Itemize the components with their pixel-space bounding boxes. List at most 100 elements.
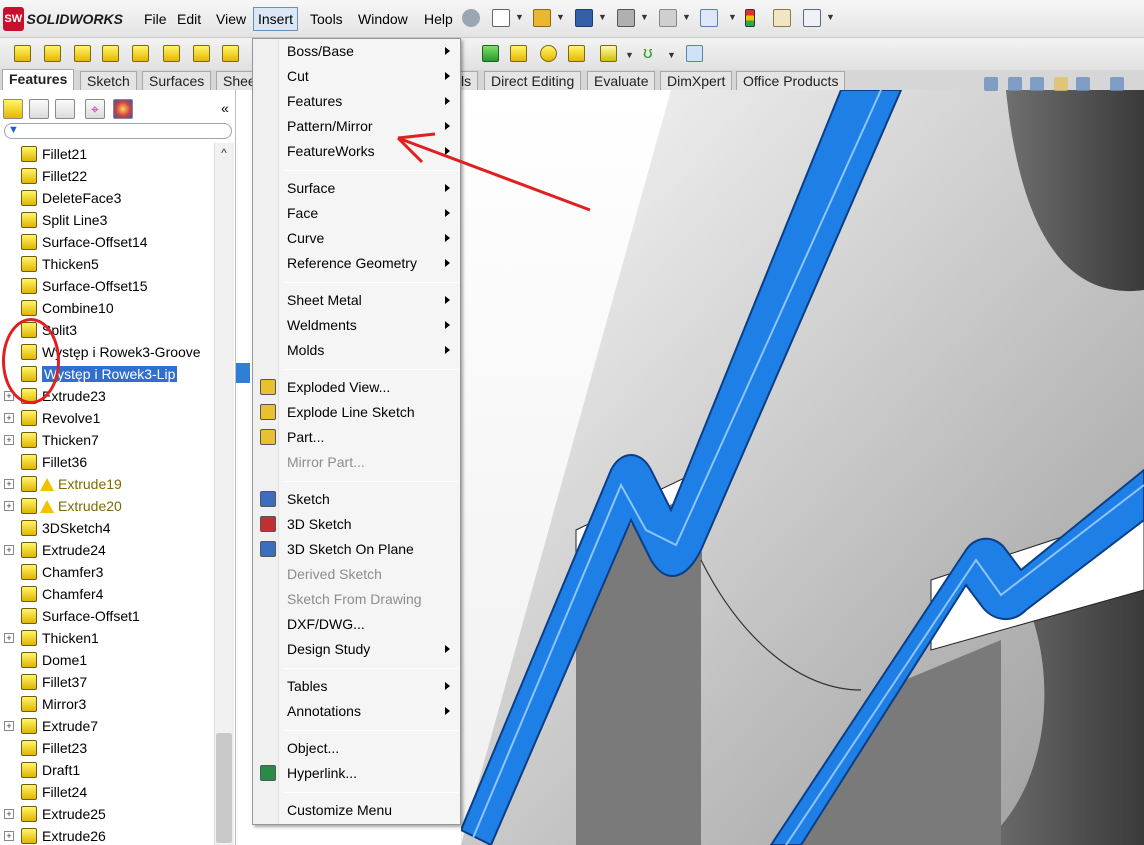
insert-menu-item[interactable]: Reference Geometry <box>253 251 460 276</box>
tree-item[interactable]: Draft1 <box>0 759 214 781</box>
tree-item[interactable]: DeleteFace3 <box>0 187 214 209</box>
tab-sketch[interactable]: Sketch <box>80 71 137 90</box>
options-dropdown-icon[interactable]: ▼ <box>826 12 835 22</box>
insert-menu-item[interactable]: Tables <box>253 674 460 699</box>
options-icon[interactable] <box>803 9 821 27</box>
menu-view[interactable]: View <box>212 9 250 29</box>
tree-item[interactable]: Fillet23 <box>0 737 214 759</box>
insert-menu-item[interactable]: Molds <box>253 338 460 363</box>
pin-icon[interactable] <box>462 9 480 27</box>
expand-toggle-icon[interactable]: + <box>4 633 14 643</box>
save-dropdown-icon[interactable]: ▼ <box>598 12 607 22</box>
menu-insert[interactable]: Insert <box>253 7 299 31</box>
tree-item[interactable]: + Extrude19 <box>0 473 214 495</box>
insert-menu-item[interactable]: Annotations <box>253 699 460 724</box>
insert-menu-item[interactable]: Sheet Metal <box>253 288 460 313</box>
insert-menu-item[interactable]: Hyperlink... <box>253 761 460 786</box>
save-icon[interactable] <box>575 9 593 27</box>
tree-item[interactable]: Combine10 <box>0 297 214 319</box>
solidworks-logo[interactable]: SW SOLIDWORKS <box>3 6 123 32</box>
tab-dimxpert[interactable]: DimXpert <box>660 71 733 90</box>
expand-toggle-icon[interactable]: + <box>4 831 14 841</box>
insert-menu-item[interactable]: Features <box>253 89 460 114</box>
tree-item[interactable]: Surface-Offset1 <box>0 605 214 627</box>
display-style-icon[interactable] <box>1110 77 1124 91</box>
insert-menu-item[interactable]: Explode Line Sketch <box>253 400 460 425</box>
menu-help[interactable]: Help <box>420 9 457 29</box>
wrap-icon[interactable] <box>510 45 527 62</box>
rebuild-traffic-light-icon[interactable] <box>745 9 755 27</box>
tree-item[interactable]: Split Line3 <box>0 209 214 231</box>
tree-item[interactable]: + Thicken1 <box>0 627 214 649</box>
swept-boss-icon[interactable] <box>74 45 91 62</box>
insert-menu-item[interactable]: Part... <box>253 425 460 450</box>
insert-menu-item[interactable]: Curve <box>253 226 460 251</box>
print-dropdown-icon[interactable]: ▼ <box>640 12 649 22</box>
previous-view-icon[interactable] <box>1030 77 1044 91</box>
view-orientation-icon[interactable] <box>1076 77 1090 91</box>
insert-menu-item[interactable]: DXF/DWG... <box>253 612 460 637</box>
expand-toggle-icon[interactable]: + <box>4 809 14 819</box>
extruded-boss-icon[interactable] <box>14 45 31 62</box>
tab-direct-editing[interactable]: Direct Editing <box>484 71 582 90</box>
insert-menu-item[interactable]: Sketch <box>253 487 460 512</box>
insert-menu-item[interactable]: Design Study <box>253 637 460 662</box>
tree-item[interactable]: Chamfer4 <box>0 583 214 605</box>
tree-item[interactable]: + Extrude24 <box>0 539 214 561</box>
tree-item[interactable]: Fillet24 <box>0 781 214 803</box>
expand-toggle-icon[interactable]: + <box>4 479 14 489</box>
menu-edit[interactable]: Edit <box>173 9 205 29</box>
tree-item[interactable]: Thicken5 <box>0 253 214 275</box>
tab-surfaces[interactable]: Surfaces <box>142 71 212 90</box>
insert-menu-item[interactable]: Object... <box>253 736 460 761</box>
reference-geometry-icon[interactable] <box>600 45 617 62</box>
print-icon[interactable] <box>617 9 635 27</box>
property-manager-tab-icon[interactable] <box>29 99 49 119</box>
zoom-to-fit-icon[interactable] <box>984 77 998 91</box>
tree-item[interactable]: 3DSketch4 <box>0 517 214 539</box>
dome-icon[interactable] <box>540 45 557 62</box>
menu-window[interactable]: Window <box>354 9 412 29</box>
file-properties-icon[interactable] <box>773 9 791 27</box>
new-document-icon[interactable] <box>492 9 510 27</box>
configuration-manager-tab-icon[interactable] <box>55 99 75 119</box>
tab-evaluate[interactable]: Evaluate <box>587 71 656 90</box>
tree-item[interactable]: Surface-Offset15 <box>0 275 214 297</box>
curves-dropdown-icon[interactable]: ▼ <box>667 50 676 60</box>
insert-menu-item[interactable]: Cut <box>253 64 460 89</box>
dimxpert-manager-tab-icon[interactable]: ⌖ <box>85 99 105 119</box>
revolved-boss-icon[interactable] <box>44 45 61 62</box>
shell-icon[interactable] <box>482 45 499 62</box>
expand-toggle-icon[interactable]: + <box>4 413 14 423</box>
tree-item[interactable]: Fillet21 <box>0 143 214 165</box>
lofted-boss-icon[interactable] <box>102 45 119 62</box>
scroll-up-arrow-icon[interactable]: ^ <box>214 143 234 163</box>
tree-item[interactable]: + Extrude25 <box>0 803 214 825</box>
undo-dropdown-icon[interactable]: ▼ <box>682 12 691 22</box>
tree-item[interactable]: Fillet22 <box>0 165 214 187</box>
tree-item[interactable]: + Thicken7 <box>0 429 214 451</box>
tree-item[interactable]: Dome1 <box>0 649 214 671</box>
insert-menu-item[interactable]: Weldments <box>253 313 460 338</box>
undo-icon[interactable] <box>659 9 677 27</box>
new-dropdown-icon[interactable]: ▼ <box>515 12 524 22</box>
expand-toggle-icon[interactable]: + <box>4 721 14 731</box>
open-folder-icon[interactable] <box>533 9 551 27</box>
revolved-cut-icon[interactable] <box>193 45 210 62</box>
tree-item[interactable]: Chamfer3 <box>0 561 214 583</box>
tab-office-products[interactable]: Office Products <box>736 71 846 90</box>
boundary-boss-icon[interactable] <box>132 45 149 62</box>
select-dropdown-icon[interactable]: ▼ <box>728 12 737 22</box>
expand-toggle-icon[interactable]: + <box>4 501 14 511</box>
feature-tree-filter-input[interactable] <box>4 123 232 139</box>
menu-tools[interactable]: Tools <box>306 9 347 29</box>
tree-item[interactable]: Fillet37 <box>0 671 214 693</box>
display-manager-tab-icon[interactable] <box>113 99 133 119</box>
expand-toggle-icon[interactable]: + <box>4 435 14 445</box>
curves-icon[interactable]: ʊ <box>643 44 660 62</box>
collapse-pane-icon[interactable]: « <box>221 100 229 116</box>
tree-item[interactable]: + Extrude7 <box>0 715 214 737</box>
swept-cut-icon[interactable] <box>222 45 239 62</box>
mirror-icon[interactable] <box>568 45 585 62</box>
select-pointer-icon[interactable] <box>700 9 718 27</box>
